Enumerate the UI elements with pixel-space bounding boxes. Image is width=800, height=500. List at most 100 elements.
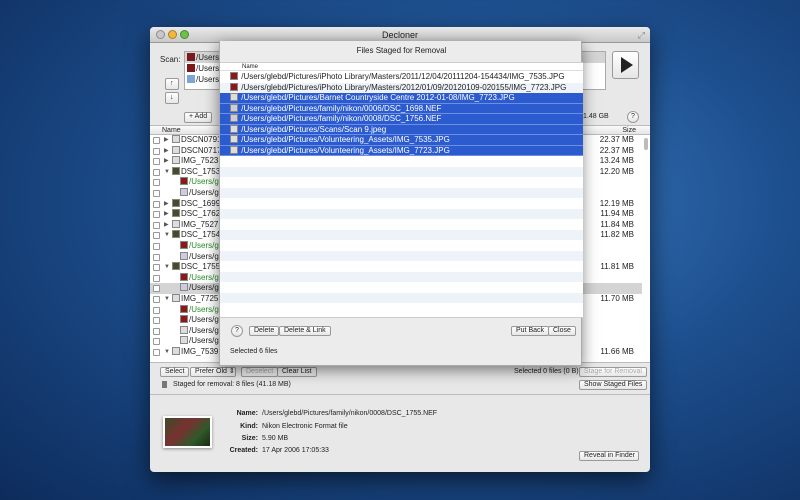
- file-thumbnail: [163, 416, 212, 448]
- row-name: /Users/g: [189, 177, 219, 187]
- disclosure-triangle-icon[interactable]: ▼: [164, 347, 170, 358]
- img-file-icon: [172, 209, 180, 218]
- row-checkbox[interactable]: [153, 137, 160, 144]
- staged-files-list[interactable]: Name /Users/glebd/Pictures/iPhoto Librar…: [220, 62, 583, 318]
- clear-list-button[interactable]: Clear List: [277, 367, 317, 377]
- disclosure-triangle-icon[interactable]: ▼: [164, 262, 170, 273]
- deselect-button[interactable]: Deselect: [241, 367, 279, 377]
- show-staged-files-button[interactable]: Show Staged Files: [579, 380, 648, 390]
- start-scan-button[interactable]: [612, 51, 639, 79]
- staged-file-row[interactable]: /Users/glebd/Pictures/family/nikon/0006/…: [220, 103, 583, 114]
- close-button[interactable]: Close: [548, 326, 576, 336]
- disclosure-triangle-icon[interactable]: ▶: [164, 199, 169, 210]
- iphoto-icon: [187, 64, 195, 72]
- disclosure-triangle-icon[interactable]: ▶: [164, 156, 169, 167]
- empty-row: [220, 229, 583, 240]
- disclosure-triangle-icon[interactable]: ▶: [164, 220, 169, 231]
- empty-row: [220, 166, 583, 177]
- staged-file-row[interactable]: /Users/glebd/Pictures/Volunteering_Asset…: [220, 145, 583, 156]
- name-column-header[interactable]: Name: [242, 64, 258, 70]
- delete-and-link-button[interactable]: Delete & Link: [279, 326, 331, 336]
- row-checkbox[interactable]: [153, 338, 160, 346]
- disclosure-triangle-icon[interactable]: ▶: [164, 146, 169, 157]
- scan-path: /Users/: [196, 75, 222, 84]
- disclosure-triangle-icon[interactable]: ▼: [164, 167, 170, 178]
- empty-row: [220, 177, 583, 188]
- row-checkbox[interactable]: [153, 179, 160, 187]
- row-checkbox[interactable]: [153, 296, 160, 303]
- empty-row: [220, 292, 583, 303]
- move-down-button[interactable]: ↓: [165, 92, 179, 104]
- row-checkbox[interactable]: [153, 306, 160, 314]
- sheet-list-header: Name: [220, 63, 583, 71]
- select-button[interactable]: Select: [160, 367, 190, 377]
- row-checkbox[interactable]: [153, 221, 160, 229]
- row-checkbox[interactable]: [153, 190, 160, 197]
- staged-file-row[interactable]: /Users/glebd/Pictures/family/nikon/0008/…: [220, 114, 583, 125]
- row-checkbox[interactable]: [153, 349, 160, 356]
- row-checkbox[interactable]: [153, 285, 160, 293]
- photo-file-icon: [180, 272, 188, 281]
- delete-button[interactable]: Delete: [249, 326, 280, 336]
- img-file-icon: [172, 262, 180, 271]
- row-checkbox[interactable]: [153, 200, 160, 208]
- row-checkbox[interactable]: [153, 232, 160, 240]
- disclosure-triangle-icon[interactable]: ▼: [164, 230, 170, 241]
- doc-file-icon: [230, 135, 238, 143]
- staged-file-row[interactable]: /Users/glebd/Pictures/Volunteering_Asset…: [220, 135, 583, 146]
- empty-row: [220, 303, 583, 314]
- nef-file-icon: [180, 283, 188, 292]
- staged-file-row[interactable]: /Users/glebd/Pictures/iPhoto Library/Mas…: [220, 82, 583, 93]
- close-window-button[interactable]: [156, 30, 165, 39]
- divider: [150, 394, 650, 395]
- disclosure-triangle-icon[interactable]: ▶: [164, 135, 169, 146]
- scan-label: Scan:: [160, 55, 181, 64]
- size-column-header[interactable]: Size: [622, 126, 636, 135]
- put-back-button[interactable]: Put Back: [511, 326, 550, 336]
- staged-file-path: /Users/glebd/Pictures/Barnet Countryside…: [241, 93, 515, 102]
- fullscreen-icon[interactable]: ⤢: [638, 27, 645, 43]
- created-label: Created:: [229, 447, 258, 454]
- staged-file-row[interactable]: /Users/glebd/Pictures/Barnet Countryside…: [220, 93, 583, 104]
- row-checkbox[interactable]: [153, 147, 160, 155]
- list-scrollbar[interactable]: [644, 138, 648, 150]
- row-name: DSCN0791.: [181, 135, 224, 144]
- scan-path: /Users/: [196, 53, 222, 62]
- row-checkbox[interactable]: [153, 158, 160, 166]
- row-name: /Users/g: [189, 241, 219, 250]
- name-column-header[interactable]: Name: [162, 126, 181, 135]
- stage-for-removal-button[interactable]: Stage for Removal: [579, 367, 647, 377]
- zoom-window-button[interactable]: [180, 30, 189, 39]
- row-checkbox[interactable]: [153, 264, 160, 272]
- move-up-button[interactable]: ↑: [165, 78, 179, 90]
- scan-path: /Users/: [196, 64, 222, 73]
- add-button[interactable]: + Add: [184, 112, 213, 123]
- staged-file-path: /Users/glebd/Pictures/Scans/Scan 9.jpeg: [241, 124, 387, 134]
- row-checkbox[interactable]: [153, 274, 160, 282]
- row-checkbox[interactable]: [153, 243, 160, 250]
- staged-file-path: /Users/glebd/Pictures/family/nikon/0008/…: [241, 114, 442, 123]
- help-button[interactable]: ?: [627, 111, 639, 123]
- minimize-window-button[interactable]: [168, 30, 177, 39]
- trash-icon: [162, 381, 167, 388]
- row-checkbox[interactable]: [153, 253, 160, 261]
- empty-row: [220, 198, 583, 209]
- row-checkbox[interactable]: [153, 211, 160, 219]
- staged-file-row[interactable]: /Users/glebd/Pictures/Scans/Scan 9.jpeg: [220, 124, 583, 135]
- file-created: 17 Apr 2006 17:05:33: [262, 447, 329, 454]
- empty-row: [220, 250, 583, 261]
- disclosure-triangle-icon[interactable]: ▼: [164, 294, 170, 305]
- file-size: 5.90 MB: [262, 435, 289, 442]
- row-checkbox[interactable]: [153, 327, 160, 335]
- prefer-dropdown[interactable]: Prefer Old ⇕: [190, 367, 236, 377]
- row-size: 13.24 MB: [599, 156, 634, 166]
- row-size: 22.37 MB: [599, 135, 634, 144]
- reveal-in-finder-button[interactable]: Reveal in Finder: [579, 451, 639, 461]
- row-checkbox[interactable]: [153, 317, 160, 325]
- disclosure-triangle-icon[interactable]: ▶: [164, 209, 169, 220]
- row-name: /Users/g: [189, 325, 219, 335]
- photo-file-icon: [180, 177, 188, 186]
- staged-file-row[interactable]: /Users/glebd/Pictures/iPhoto Library/Mas…: [220, 72, 583, 83]
- sheet-help-button[interactable]: ?: [231, 325, 243, 337]
- row-checkbox[interactable]: [153, 168, 160, 176]
